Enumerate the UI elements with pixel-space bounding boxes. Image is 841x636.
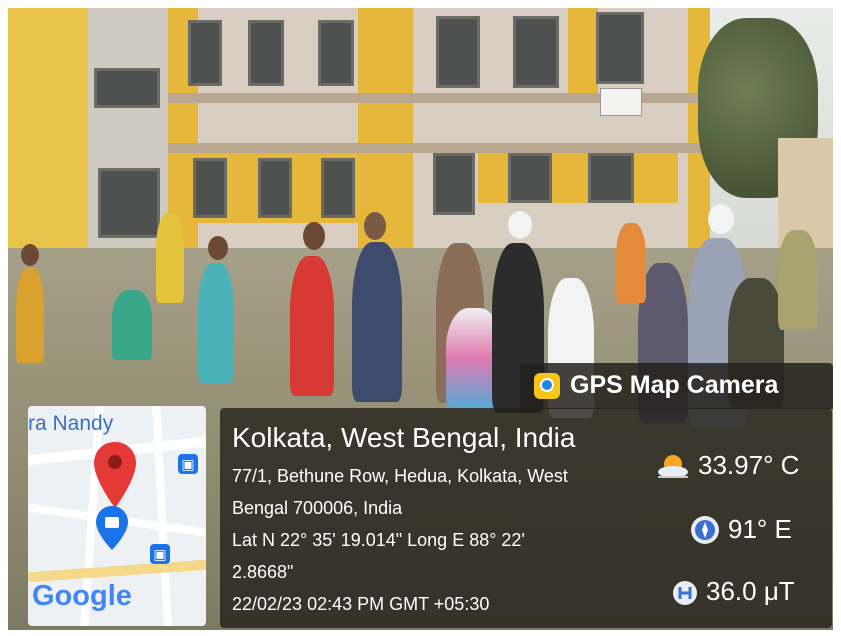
address-line2: Bengal 700006, India	[232, 498, 403, 518]
building-pillar	[568, 8, 598, 103]
child	[16, 268, 44, 363]
person	[778, 230, 818, 330]
window	[258, 158, 292, 218]
child	[198, 263, 234, 383]
child-head	[21, 244, 39, 266]
window	[508, 153, 552, 203]
window	[321, 158, 355, 218]
city-line: Kolkata, West Bengal, India	[232, 422, 576, 453]
window	[318, 20, 354, 86]
floor-ledge	[168, 143, 728, 153]
map-street-label: ra Nandy	[28, 412, 114, 435]
white-cap	[508, 211, 532, 239]
map-main-road	[28, 559, 206, 583]
window	[436, 16, 480, 88]
building-pillar	[358, 8, 413, 248]
datetime: 22/02/23 02:43 PM GMT +05:30	[232, 594, 490, 614]
photo-frame: GPS Map Camera Kolkata, West Bengal, Ind…	[0, 0, 841, 636]
air-conditioner	[600, 88, 642, 116]
bus-stop-icon: ▣	[150, 544, 170, 564]
bus-stop-icon: ▣	[178, 454, 198, 474]
child-head	[208, 236, 228, 260]
temperature: 33.97° C	[698, 450, 800, 480]
location-info-card: Kolkata, West Bengal, India 77/1, Bethun…	[220, 408, 832, 628]
map-road	[152, 406, 172, 626]
woman-head	[364, 212, 386, 240]
magnetic-field: 36.0 μT	[706, 576, 795, 606]
heading: 91° E	[728, 514, 792, 544]
map-thumbnail: ra Nandy ▣ ▣ Google	[28, 406, 206, 626]
weather-icon	[656, 452, 690, 480]
window	[596, 12, 644, 84]
coords-line1: Lat N 22° 35' 19.014" Long E 88° 22'	[232, 530, 525, 550]
left-building	[8, 8, 88, 248]
camera-pin-icon	[534, 373, 560, 399]
woman	[352, 242, 402, 402]
window	[248, 20, 284, 86]
woman-in-sari	[616, 223, 646, 303]
google-logo: Google	[32, 580, 132, 612]
white-cap	[708, 204, 734, 234]
watermark-title: GPS Map Camera	[570, 371, 779, 399]
child-bending	[112, 290, 152, 360]
campus-photo: GPS Map Camera Kolkata, West Bengal, Ind…	[8, 8, 833, 630]
watermark-bar: GPS Map Camera	[520, 363, 833, 409]
address-line1: 77/1, Bethune Row, Hedua, Kolkata, West	[232, 466, 568, 486]
person	[156, 213, 184, 303]
coords-line2: 2.8668"	[232, 562, 294, 582]
magnetic-field-icon	[672, 580, 698, 606]
doorway	[98, 168, 160, 238]
child	[290, 256, 334, 396]
location-pin-icon	[92, 440, 138, 510]
window	[513, 16, 559, 88]
compass-icon	[690, 515, 720, 545]
window	[193, 158, 227, 218]
window	[588, 153, 634, 203]
window	[433, 153, 475, 215]
window	[94, 68, 160, 108]
map-place-marker-icon	[94, 504, 130, 552]
window	[188, 20, 222, 86]
child-head	[303, 222, 325, 250]
